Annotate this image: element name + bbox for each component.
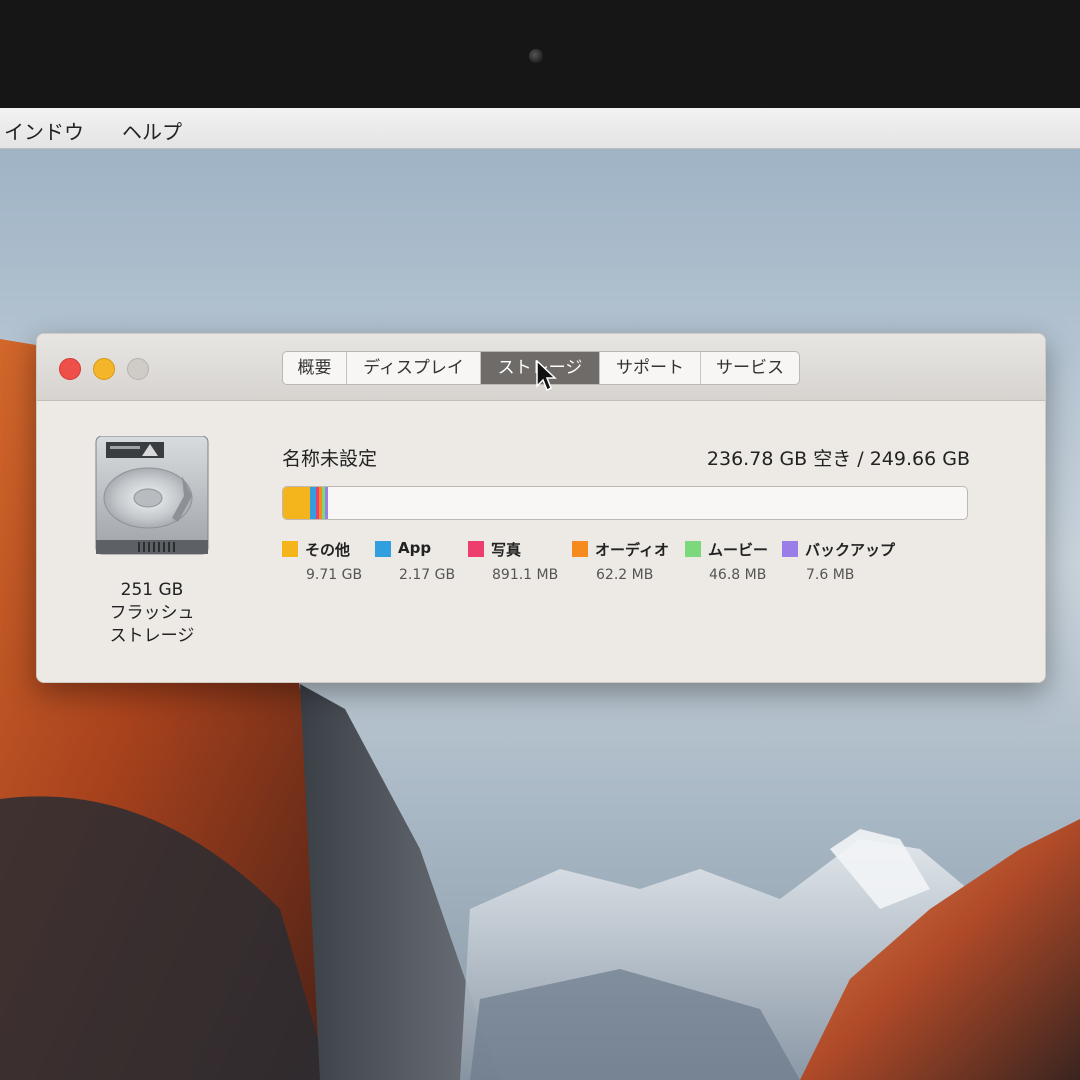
- disk-capacity: 251 GB: [120, 580, 184, 600]
- title-bar: 概要 ディスプレイ ストレージ サポート サービス: [37, 334, 1045, 401]
- legend-value: 9.71 GB: [306, 567, 363, 583]
- tab-support[interactable]: サポート: [600, 352, 701, 384]
- volume-free-space: 236.78 GB 空き / 249.66 GB: [706, 448, 970, 470]
- screen-bezel: [0, 0, 1080, 108]
- disk-info: 251 GB フラッシュ ストレージ: [77, 579, 227, 648]
- tab-overview[interactable]: 概要: [283, 352, 347, 384]
- storage-legend: その他 9.71 GB App 2.17 GB 写真 891.1 MB オーディオ 62.2 …: [282, 539, 982, 591]
- mouse-pointer-icon: [536, 360, 557, 392]
- menu-window[interactable]: インドウ: [4, 116, 84, 145]
- legend-value: 62.2 MB: [596, 567, 654, 583]
- legend-value: 7.6 MB: [806, 567, 855, 583]
- about-this-mac-window: 概要 ディスプレイ ストレージ サポート サービス: [36, 333, 1046, 683]
- zoom-button[interactable]: [127, 358, 149, 380]
- legend-value: 2.17 GB: [399, 567, 456, 583]
- disk-type-line2: ストレージ: [109, 626, 195, 646]
- legend-swatch: [468, 541, 484, 557]
- menu-help[interactable]: ヘルプ: [122, 116, 182, 145]
- camera-icon: [529, 49, 543, 63]
- storage-bar-segment-6: [325, 487, 328, 519]
- legend-label: App: [398, 539, 432, 557]
- legend-label: 写真: [491, 541, 522, 559]
- storage-pane: 251 GB フラッシュ ストレージ 名称未設定 236.78 GB 空き / …: [37, 401, 1045, 682]
- legend-label: オーディオ: [595, 541, 669, 559]
- legend-value: 891.1 MB: [492, 567, 559, 583]
- legend-swatch: [782, 541, 798, 557]
- legend-swatch: [375, 541, 391, 557]
- legend-label: その他: [305, 541, 351, 559]
- legend-label: バックアップ: [805, 541, 896, 559]
- menu-bar: インドウ ヘルプ: [0, 108, 1080, 149]
- close-button[interactable]: [59, 358, 81, 380]
- storage-bar-segment-1: [283, 487, 310, 519]
- legend-swatch: [685, 541, 701, 557]
- storage-usage-bar: [282, 486, 968, 520]
- disk-type-line1: フラッシュ: [109, 603, 195, 623]
- hard-drive-icon: [95, 436, 209, 555]
- legend-swatch: [572, 541, 588, 557]
- tab-displays[interactable]: ディスプレイ: [347, 352, 481, 384]
- legend-label: ムービー: [708, 541, 769, 559]
- minimize-button[interactable]: [93, 358, 115, 380]
- tab-service[interactable]: サービス: [701, 352, 799, 384]
- volume-name: 名称未設定: [282, 448, 378, 470]
- legend-value: 46.8 MB: [709, 567, 767, 583]
- legend-swatch: [282, 541, 298, 557]
